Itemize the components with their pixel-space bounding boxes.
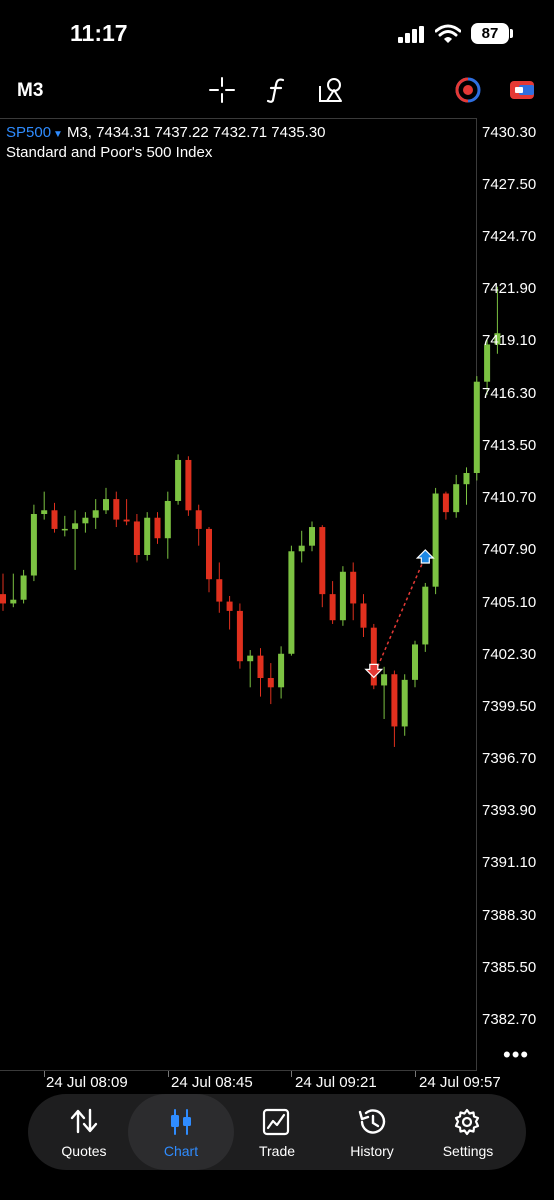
candle-body bbox=[288, 551, 295, 654]
quotes-icon bbox=[70, 1108, 98, 1134]
candle-body bbox=[30, 514, 37, 576]
price-label: 7399.50 bbox=[482, 698, 537, 715]
candle-body bbox=[226, 601, 233, 611]
candle-body bbox=[175, 459, 182, 501]
candle-body bbox=[278, 653, 285, 688]
price-label: 7385.50 bbox=[482, 959, 537, 976]
candle-body bbox=[113, 499, 120, 520]
symbol-dropdown-icon[interactable]: ▼ bbox=[53, 129, 63, 140]
tab-label: Chart bbox=[163, 1143, 199, 1159]
time-label: 24 Jul 09:57 bbox=[419, 1074, 501, 1091]
candle-body bbox=[10, 599, 17, 604]
price-label: 7413.50 bbox=[482, 437, 537, 454]
price-label: 7416.30 bbox=[482, 385, 537, 402]
time-label: 24 Jul 08:09 bbox=[46, 1074, 128, 1091]
time-tick bbox=[168, 1071, 169, 1077]
candle-body bbox=[422, 586, 429, 645]
candle-body bbox=[329, 594, 336, 621]
candle-body bbox=[144, 517, 151, 556]
tab-label: Trade bbox=[258, 1143, 296, 1159]
price-label: 7388.30 bbox=[482, 907, 537, 924]
candle-body bbox=[412, 644, 418, 680]
candle-body bbox=[216, 579, 223, 602]
price-label: 7430.30 bbox=[482, 124, 537, 141]
tab-label: Quotes bbox=[61, 1143, 107, 1159]
price-label: 7396.70 bbox=[482, 750, 537, 767]
candle-body bbox=[236, 610, 243, 662]
symbol-description: Standard and Poor's 500 Index bbox=[6, 144, 213, 161]
candle-body bbox=[72, 523, 79, 529]
candle-body bbox=[309, 527, 315, 546]
candle-body bbox=[133, 521, 140, 556]
price-label: 7382.70 bbox=[482, 1011, 537, 1028]
ohlc-values: M3, 7434.31 7437.22 7432.71 7435.30 bbox=[66, 124, 326, 141]
price-label: 7407.90 bbox=[482, 541, 537, 558]
candle-body bbox=[20, 575, 27, 600]
candle-body bbox=[391, 674, 398, 727]
candle-body bbox=[360, 603, 367, 628]
candle-body bbox=[41, 510, 48, 515]
candle-body bbox=[463, 473, 470, 485]
candle-body bbox=[154, 517, 161, 539]
price-label: 7393.90 bbox=[482, 802, 537, 819]
candle-body bbox=[350, 571, 357, 604]
tab-settings[interactable]: Settings bbox=[420, 1094, 516, 1170]
chart-icon bbox=[171, 1109, 191, 1135]
candle-body bbox=[103, 499, 109, 511]
candle-body bbox=[92, 510, 99, 518]
candle-body bbox=[339, 571, 346, 621]
candle-body bbox=[319, 527, 326, 595]
candle-body bbox=[82, 517, 89, 524]
settings-icon bbox=[454, 1108, 480, 1136]
price-label: 7402.30 bbox=[482, 646, 537, 663]
candlestick-chart[interactable] bbox=[0, 0, 554, 1200]
candle-body bbox=[298, 545, 305, 552]
tab-chart[interactable]: Chart bbox=[128, 1094, 234, 1170]
price-label: 7421.90 bbox=[482, 280, 537, 297]
price-label: 7405.10 bbox=[482, 594, 537, 611]
candle-body bbox=[123, 519, 130, 522]
price-label: 7427.50 bbox=[482, 176, 537, 193]
candle-body bbox=[257, 655, 264, 678]
candle-body bbox=[0, 594, 6, 604]
candle-body bbox=[247, 655, 254, 662]
candle-body bbox=[381, 674, 388, 686]
price-label: 7424.70 bbox=[482, 228, 537, 245]
tab-history[interactable]: History bbox=[324, 1094, 420, 1170]
candle-body bbox=[484, 344, 491, 382]
time-label: 24 Jul 08:45 bbox=[171, 1074, 253, 1091]
symbol-name[interactable]: SP500 bbox=[6, 124, 51, 141]
tab-label: History bbox=[350, 1143, 394, 1159]
more-icon[interactable]: ••• bbox=[503, 1042, 529, 1068]
tab-quotes[interactable]: Quotes bbox=[36, 1094, 132, 1170]
candle-body bbox=[206, 528, 212, 580]
sell-arrow-icon[interactable] bbox=[364, 663, 384, 679]
candle-body bbox=[195, 510, 202, 529]
candle-body bbox=[473, 381, 480, 474]
price-label: 7410.70 bbox=[482, 489, 537, 506]
buy-arrow-icon[interactable] bbox=[415, 549, 435, 564]
trade-icon bbox=[262, 1108, 290, 1136]
candle-body bbox=[51, 510, 58, 529]
candle-body bbox=[185, 459, 192, 511]
history-icon bbox=[358, 1109, 386, 1134]
bottom-tab-bar: Quotes Chart Trade History Settings bbox=[28, 1094, 526, 1170]
time-tick bbox=[44, 1071, 45, 1077]
tab-trade[interactable]: Trade bbox=[229, 1094, 325, 1170]
time-tick bbox=[415, 1071, 416, 1077]
candle-body bbox=[267, 677, 274, 688]
candle-body bbox=[401, 679, 408, 727]
candle-body bbox=[61, 528, 68, 531]
price-label: 7391.10 bbox=[482, 854, 537, 871]
time-label: 24 Jul 09:21 bbox=[295, 1074, 377, 1091]
candle-body bbox=[432, 493, 439, 587]
price-label: 7419.10 bbox=[482, 332, 537, 349]
tab-label: Settings bbox=[442, 1143, 494, 1159]
chart-header: SP500 ▼ M3, 7434.31 7437.22 7432.71 7435.3… bbox=[6, 124, 326, 141]
time-tick bbox=[291, 1071, 292, 1077]
candle-body bbox=[164, 500, 171, 539]
candle-body bbox=[453, 484, 460, 513]
candle-body bbox=[442, 493, 449, 513]
